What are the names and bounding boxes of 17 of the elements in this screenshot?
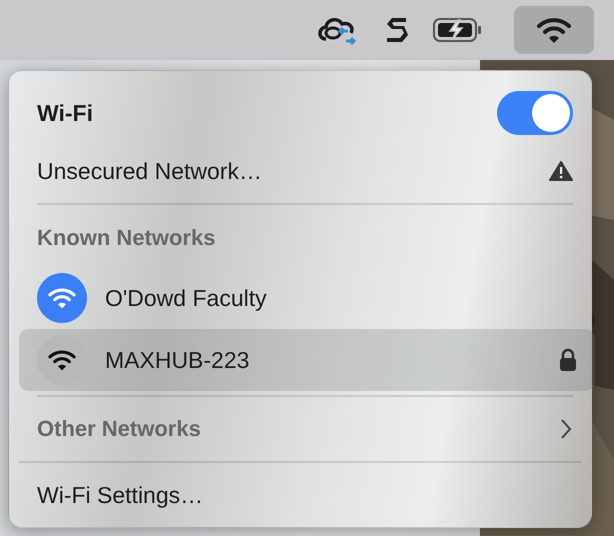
network-item[interactable]: MAXHUB-223 [19,329,595,391]
section-header: Other Networks [37,416,201,442]
wifi-icon [536,15,572,45]
s-logo-icon [384,15,410,45]
menu-item-label: Unsecured Network… [37,158,262,184]
wifi-toggle[interactable] [497,91,573,135]
unsecured-network-item[interactable]: Unsecured Network… [9,143,591,199]
network-name: MAXHUB-223 [105,346,250,374]
wifi-menu-button[interactable] [514,6,594,54]
wifi-settings-item[interactable]: Wi-Fi Settings… [9,467,591,523]
menu-item-label: Wi-Fi Settings… [37,482,204,508]
section-header: Known Networks [37,225,216,251]
battery-charging-icon [432,16,484,44]
other-networks-item[interactable]: Other Networks [9,401,591,457]
network-name: O'Dowd Faculty [105,284,268,312]
menu-title: Wi-Fi [37,100,93,126]
network-item[interactable]: O'Dowd Faculty [19,267,595,329]
